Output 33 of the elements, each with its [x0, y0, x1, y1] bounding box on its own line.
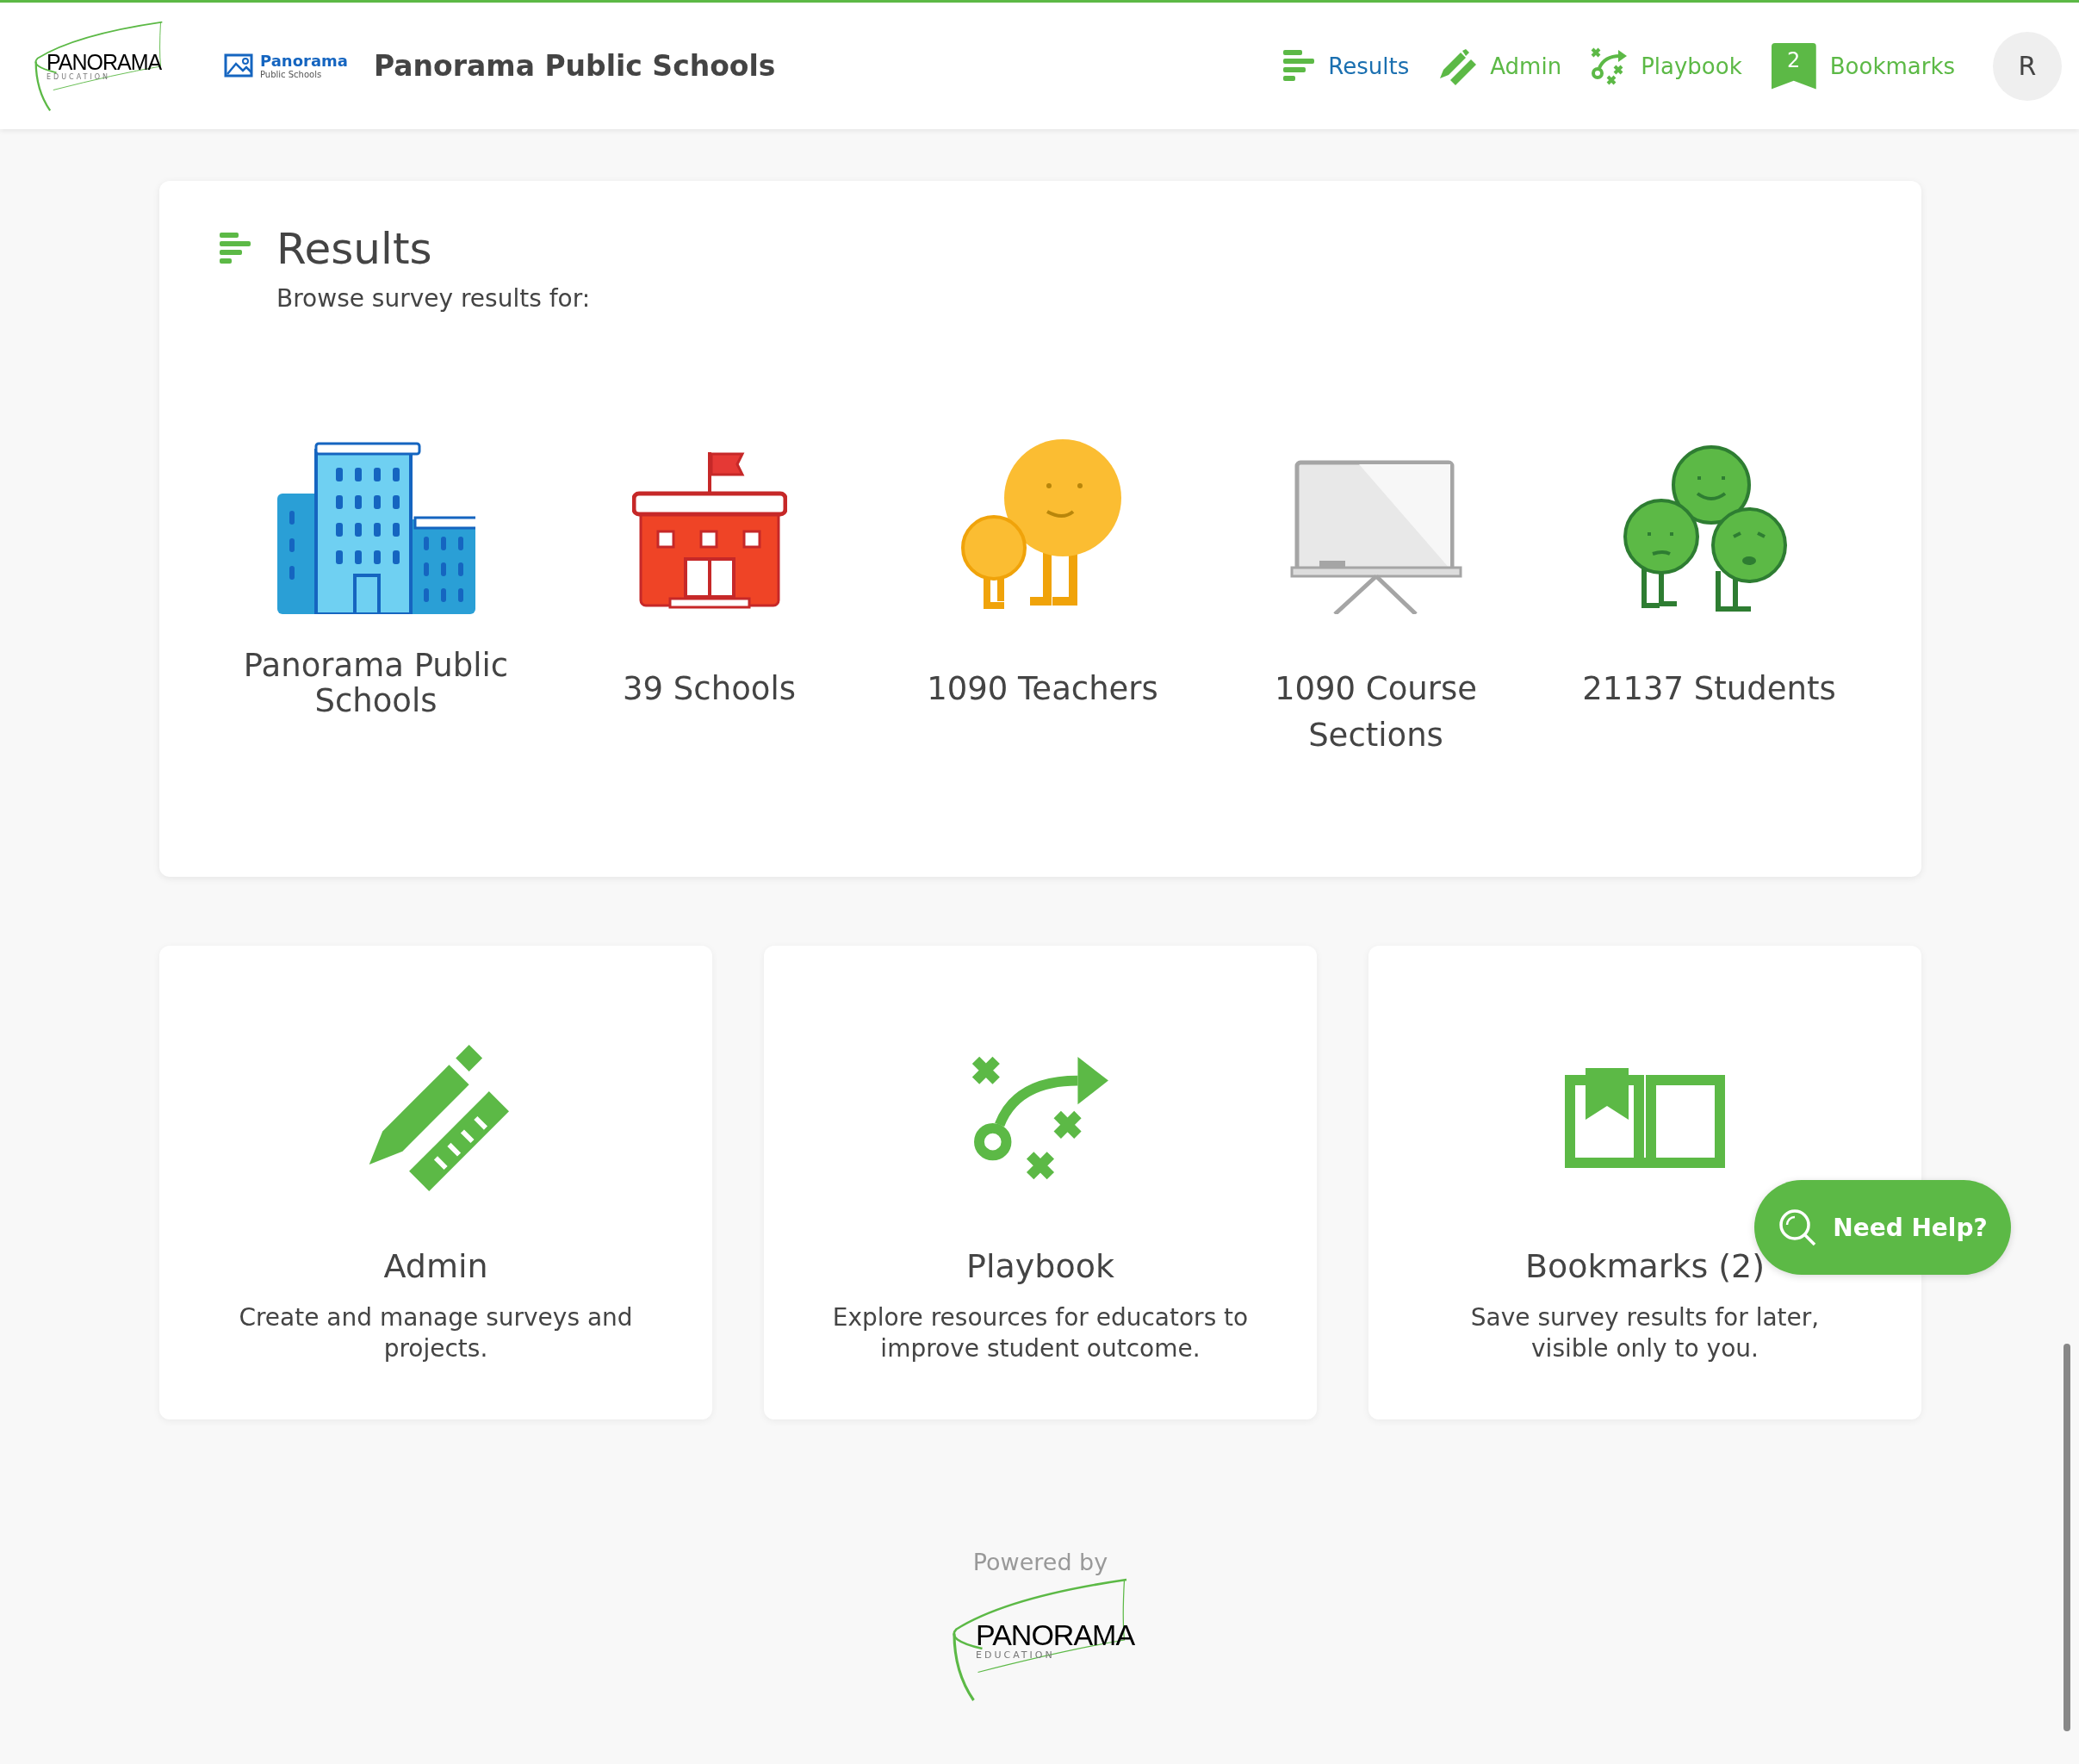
logo-tagline: EDUCATION — [47, 72, 112, 81]
card-title: Admin — [383, 1247, 488, 1285]
card-description: Explore resources for educators to improve student outcome. — [831, 1302, 1250, 1365]
search-icon — [1778, 1208, 1818, 1247]
scrollbar[interactable] — [2063, 1344, 2070, 1731]
result-link[interactable]: 1090 Course Sections — [1229, 666, 1523, 759]
card-title: Playbook — [966, 1247, 1114, 1285]
district-logo-name: Panorama — [260, 53, 348, 70]
feature-card[interactable]: Admin Create and manage surveys and projects. — [159, 946, 712, 1419]
open-book-icon — [1565, 1068, 1725, 1168]
ribbon-badge: 2 — [1771, 42, 1816, 90]
district-logo-subtitle: Public Schools — [260, 69, 323, 79]
card-description: Create and manage surveys and projects. — [238, 1302, 634, 1365]
results-title: Results — [276, 224, 432, 274]
result-link[interactable]: Panorama Public Schools — [229, 649, 523, 719]
bars-icon — [1283, 49, 1315, 83]
user-avatar[interactable]: R — [1993, 31, 2062, 101]
powered-by-text: Powered by — [972, 1549, 1108, 1575]
play-diagram-icon — [1591, 47, 1628, 85]
card-description: Save survey results for later, visible only to you. — [1469, 1302, 1821, 1365]
district-title: Panorama Public Schools — [373, 49, 776, 83]
picture-icon — [224, 53, 253, 78]
logo-wordmark: PANORAMA — [47, 51, 163, 73]
result-link[interactable]: 1090 Teachers — [896, 666, 1189, 712]
logo-wordmark: PANORAMA — [976, 1619, 1136, 1649]
bars-icon — [220, 233, 251, 265]
result-link[interactable]: 21137 Students — [1562, 666, 1856, 712]
results-subtitle: Browse survey results for: — [276, 284, 592, 313]
result-link[interactable]: 39 Schools — [562, 666, 856, 712]
pencil-ruler-icon — [1438, 47, 1477, 85]
logo-tagline: EDUCATION — [976, 1649, 1056, 1661]
feature-card[interactable]: Playbook Explore resources for educators to improve student outcome. — [764, 946, 1317, 1419]
nav-link[interactable]: Results — [1283, 49, 1410, 83]
